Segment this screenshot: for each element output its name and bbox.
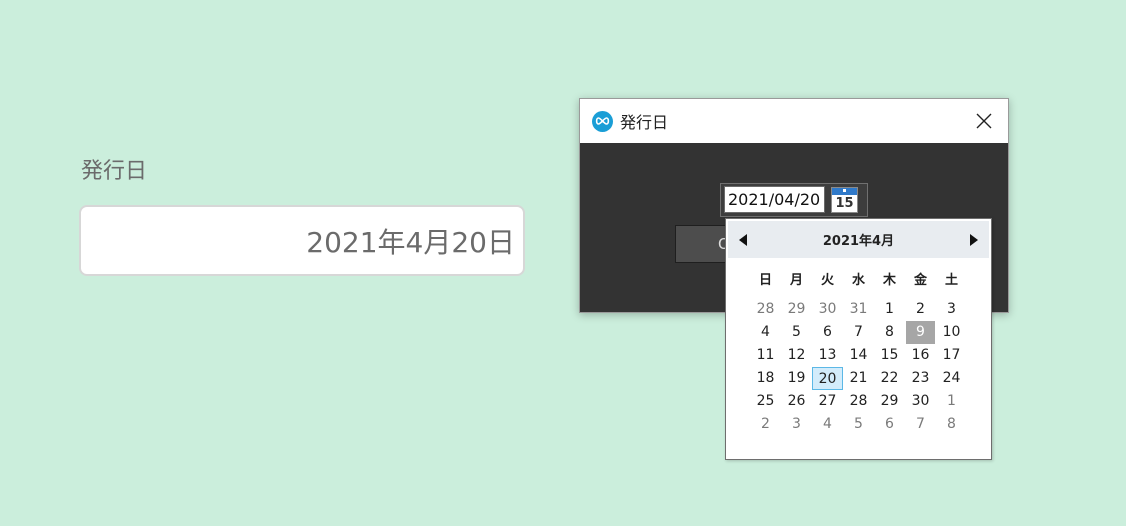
issue-date-value: 2021年4月20日 (306, 225, 515, 259)
calendar-day[interactable]: 28 (843, 390, 874, 413)
calendar-day-other-month[interactable]: 2 (750, 413, 781, 436)
calendar-day[interactable]: 3 (936, 298, 967, 321)
calendar-day[interactable]: 13 (812, 344, 843, 367)
calendar-day[interactable]: 14 (843, 344, 874, 367)
calendar-icon (832, 188, 857, 195)
calendar-day[interactable]: 30 (905, 390, 936, 413)
calendar-day[interactable]: 7 (843, 321, 874, 344)
weekday-header: 日月火水木金土 (750, 269, 967, 288)
calendar-day-other-month[interactable]: 8 (936, 413, 967, 436)
calendar-day[interactable]: 29 (874, 390, 905, 413)
calendar-popup: 2021年4月 日月火水木金土 28 29 30 31 1 2 3 4 5 6 7 8 9 10 11 12 1… (725, 218, 992, 460)
date-input[interactable] (724, 186, 825, 213)
weekday-label: 火 (820, 273, 834, 288)
calendar-day[interactable]: 15 (874, 344, 905, 367)
calendar-day[interactable]: 27 (812, 390, 843, 413)
triangle-right-icon (969, 233, 978, 246)
calendar-day[interactable]: 23 (905, 367, 936, 390)
calendar-icon-day: 15 (835, 196, 854, 211)
calendar-day[interactable]: 18 (750, 367, 781, 390)
triangle-left-icon (739, 233, 747, 246)
app-logo-icon (592, 110, 613, 132)
close-icon (976, 113, 992, 129)
calendar-day-other-month[interactable]: 5 (843, 413, 874, 436)
calendar-day-other-month[interactable]: 31 (843, 298, 874, 321)
weekday-label: 水 (851, 273, 865, 288)
calendar-day-selected[interactable]: 20 (812, 367, 843, 390)
calendar-day[interactable]: 12 (781, 344, 812, 367)
calendar-toggle-button[interactable]: 15 (831, 187, 858, 213)
next-month-button[interactable] (959, 225, 989, 255)
calendar-day[interactable]: 17 (936, 344, 967, 367)
calendar-day-other-month[interactable]: 7 (905, 413, 936, 436)
calendar-day-other-month[interactable]: 6 (874, 413, 905, 436)
date-picker-group: 15 (720, 183, 868, 217)
calendar-day-other-month[interactable]: 4 (812, 413, 843, 436)
calendar-day[interactable]: 5 (781, 321, 812, 344)
calendar-day-other-month[interactable]: 1 (936, 390, 967, 413)
calendar-day[interactable]: 4 (750, 321, 781, 344)
calendar-day[interactable]: 6 (812, 321, 843, 344)
calendar-day-today[interactable]: 9 (906, 321, 935, 344)
issue-date-label: 発行日 (81, 159, 148, 184)
calendar-day[interactable]: 8 (874, 321, 905, 344)
calendar-day[interactable]: 11 (750, 344, 781, 367)
calendar-day[interactable]: 25 (750, 390, 781, 413)
weekday-label: 月 (789, 273, 803, 288)
issue-date-field[interactable]: 2021年4月20日 (79, 205, 525, 276)
prev-month-button[interactable] (728, 225, 758, 255)
calendar-day-other-month[interactable]: 30 (812, 298, 843, 321)
calendar-days-grid: 28 29 30 31 1 2 3 4 5 6 7 8 9 10 11 12 13 14 15 16 17 18 19 20 2… (750, 298, 967, 436)
close-button[interactable] (970, 107, 998, 135)
weekday-label: 木 (882, 273, 896, 288)
calendar-header: 2021年4月 (728, 221, 989, 258)
calendar-day[interactable]: 16 (905, 344, 936, 367)
calendar-day[interactable]: 1 (874, 298, 905, 321)
calendar-day[interactable]: 26 (781, 390, 812, 413)
calendar-day[interactable]: 21 (843, 367, 874, 390)
calendar-day[interactable]: 10 (936, 321, 967, 344)
weekday-label: 土 (944, 273, 958, 288)
calendar-month-title[interactable]: 2021年4月 (823, 230, 894, 249)
calendar-day-other-month[interactable]: 28 (750, 298, 781, 321)
dialog-titlebar: 発行日 (580, 99, 1008, 143)
calendar-day-other-month[interactable]: 3 (781, 413, 812, 436)
calendar-day[interactable]: 19 (781, 367, 812, 390)
calendar-day-other-month[interactable]: 29 (781, 298, 812, 321)
weekday-label: 日 (758, 273, 772, 288)
calendar-day[interactable]: 2 (905, 298, 936, 321)
dialog-title: 発行日 (620, 113, 669, 132)
calendar-day[interactable]: 24 (936, 367, 967, 390)
calendar-day[interactable]: 22 (874, 367, 905, 390)
weekday-label: 金 (913, 273, 927, 288)
